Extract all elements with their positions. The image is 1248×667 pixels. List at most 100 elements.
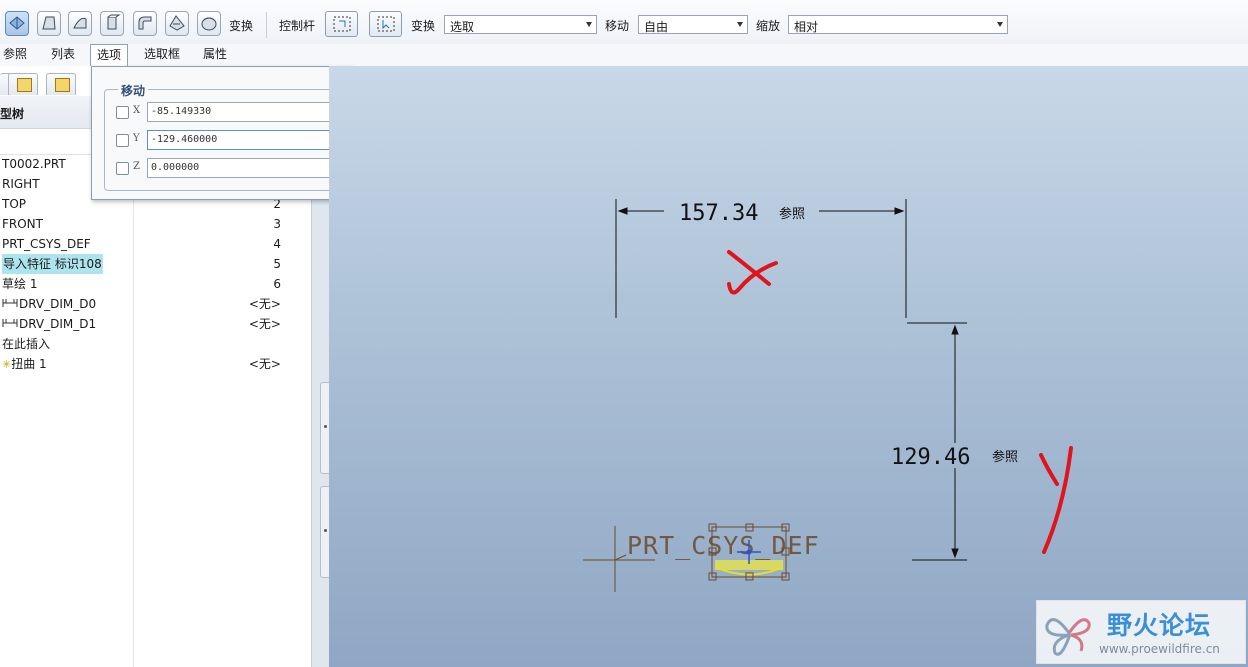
z-value-input[interactable]: 0.000000	[147, 158, 331, 178]
tree-item-value: <无>	[248, 297, 281, 311]
annotation-y-mark	[1039, 446, 1073, 554]
scale-select-value: 相对	[794, 20, 819, 34]
y-checkbox[interactable]	[116, 134, 129, 147]
transform-select[interactable]: 选取	[444, 15, 597, 34]
navigator-tab-folder[interactable]	[8, 73, 38, 95]
tab-properties[interactable]: 属性	[197, 45, 233, 64]
stretch-icon	[107, 14, 121, 30]
tab-references[interactable]: 参照	[0, 45, 33, 64]
tree-item-label: 在此插入	[2, 337, 51, 351]
tree-item-value: 5	[273, 257, 281, 271]
twist-icon	[169, 15, 185, 31]
forum-watermark: 野火论坛 www.proewildfire.cn	[1036, 600, 1246, 664]
viewport-drawing: 157.34 参照 129.46 参照 PRT_CSYS_DEF	[583, 199, 1073, 592]
warp-feature-icon: ✳	[2, 358, 12, 371]
bend-button[interactable]	[133, 11, 157, 36]
tree-row-selected[interactable]: 导入特征 标识108 5	[0, 254, 300, 274]
tree-row[interactable]: DRV_DIM_D0 <无>	[0, 294, 300, 314]
tree-row-insert-here[interactable]: 在此插入	[0, 334, 300, 354]
sculpt-button[interactable]	[197, 11, 221, 36]
spine-icon	[73, 17, 87, 29]
y-axis-label: Y	[133, 133, 140, 144]
z-checkbox[interactable]	[116, 162, 129, 175]
tree-row[interactable]: 草绘 1 6	[0, 274, 300, 294]
scale-select[interactable]: 相对	[788, 15, 1008, 34]
dashboard-tabs: 参照 列表 选项 选取框 属性	[0, 44, 1248, 67]
warp-transform-button[interactable]	[5, 11, 29, 36]
navigator-tab-favorites[interactable]	[46, 73, 76, 95]
ribbon-toolbar: 变换 控制杆 变换 选取 移动 自由 缩放 相对	[0, 0, 1248, 45]
toolbar-divider	[266, 12, 267, 38]
stretch-button[interactable]	[100, 11, 124, 36]
tab-options[interactable]: 选项	[90, 44, 129, 67]
chevron-down-icon	[586, 22, 592, 27]
tree-item-label: 草绘 1	[2, 277, 38, 291]
warp-icon	[42, 16, 56, 30]
annotation-x-mark	[727, 250, 778, 295]
x-checkbox[interactable]	[116, 106, 129, 119]
tab-list[interactable]: 列表	[45, 45, 81, 64]
x-value-input[interactable]: -85.149330	[147, 102, 331, 122]
x-axis-label: X	[133, 105, 141, 116]
transform-icon	[9, 16, 25, 30]
vertical-dimension[interactable]	[907, 322, 967, 561]
tree-item-label: T0002.PRT	[2, 157, 66, 171]
vertical-dim-value[interactable]: 129.46	[891, 445, 970, 470]
tree-item-value: <无>	[248, 317, 281, 331]
select-box-icon	[333, 16, 351, 32]
tree-item-value: 6	[273, 277, 281, 291]
watermark-url: www.proewildfire.cn	[1099, 642, 1220, 656]
sculpt-icon	[201, 17, 217, 31]
transform-mode-label: 变换	[411, 19, 436, 33]
tree-item-label: FRONT	[2, 217, 43, 231]
transform-label: 变换	[229, 19, 254, 33]
tree-item-label: TOP	[2, 197, 27, 211]
butterfly-logo-icon	[1045, 618, 1091, 656]
z-axis-label: Z	[133, 161, 140, 172]
dragger-button-2[interactable]	[369, 11, 402, 37]
tree-item-label: 扭曲 1	[11, 357, 47, 371]
bend-icon	[138, 16, 152, 30]
tree-item-value: <无>	[248, 357, 281, 371]
tree-row[interactable]: PRT_CSYS_DEF 4	[0, 234, 300, 254]
move-select[interactable]: 自由	[638, 15, 748, 34]
graphics-window[interactable]: 157.34 参照 129.46 参照 PRT_CSYS_DEF 野火论坛 ww…	[329, 66, 1248, 667]
y-value-input[interactable]: -129.460000	[147, 130, 331, 150]
tree-item-label: DRV_DIM_D0	[19, 297, 97, 311]
twist-button[interactable]	[165, 11, 189, 36]
folder-icon	[17, 78, 32, 92]
move-select-value: 自由	[644, 20, 669, 34]
favorites-icon	[55, 78, 70, 92]
move-group-label: 移动	[118, 82, 149, 99]
tree-item-label: RIGHT	[2, 177, 40, 191]
spine-button[interactable]	[68, 11, 92, 36]
horizontal-dimension[interactable]	[615, 199, 907, 318]
dragger-button-1[interactable]	[325, 11, 358, 37]
select-pointer-icon	[377, 16, 395, 32]
vertical-ref-label: 参照	[992, 449, 1018, 465]
tree-item-value: 3	[273, 217, 281, 231]
horizontal-ref-label: 参照	[779, 206, 805, 222]
transform-select-value: 选取	[450, 20, 475, 34]
dragger-label: 控制杆	[279, 19, 316, 33]
model-tree-title: 型树	[0, 107, 25, 121]
warp-button[interactable]	[37, 11, 61, 36]
tree-item-label: 导入特征 标识108	[2, 254, 103, 274]
options-popup: 移动 X -85.149330 Y -129.460000 Z 0.000000	[91, 66, 354, 200]
tree-item-label: DRV_DIM_D1	[19, 317, 97, 331]
chevron-down-icon	[997, 22, 1003, 27]
tree-item-label: PRT_CSYS_DEF	[2, 237, 91, 251]
move-label: 移动	[605, 19, 630, 33]
csys-label: PRT_CSYS_DEF	[627, 531, 820, 560]
scale-label: 缩放	[756, 19, 781, 33]
tree-row[interactable]: FRONT 3	[0, 214, 300, 234]
tree-row[interactable]: DRV_DIM_D1 <无>	[0, 314, 300, 334]
dimension-icon	[2, 299, 18, 307]
dimension-icon	[2, 319, 18, 327]
horizontal-dim-value[interactable]: 157.34	[679, 201, 758, 226]
watermark-title: 野火论坛	[1107, 611, 1212, 640]
tab-marquee[interactable]: 选取框	[138, 45, 186, 64]
tree-row[interactable]: ✳扭曲 1 <无>	[0, 354, 300, 374]
chevron-down-icon	[737, 22, 743, 27]
tree-item-value: 4	[273, 237, 281, 251]
